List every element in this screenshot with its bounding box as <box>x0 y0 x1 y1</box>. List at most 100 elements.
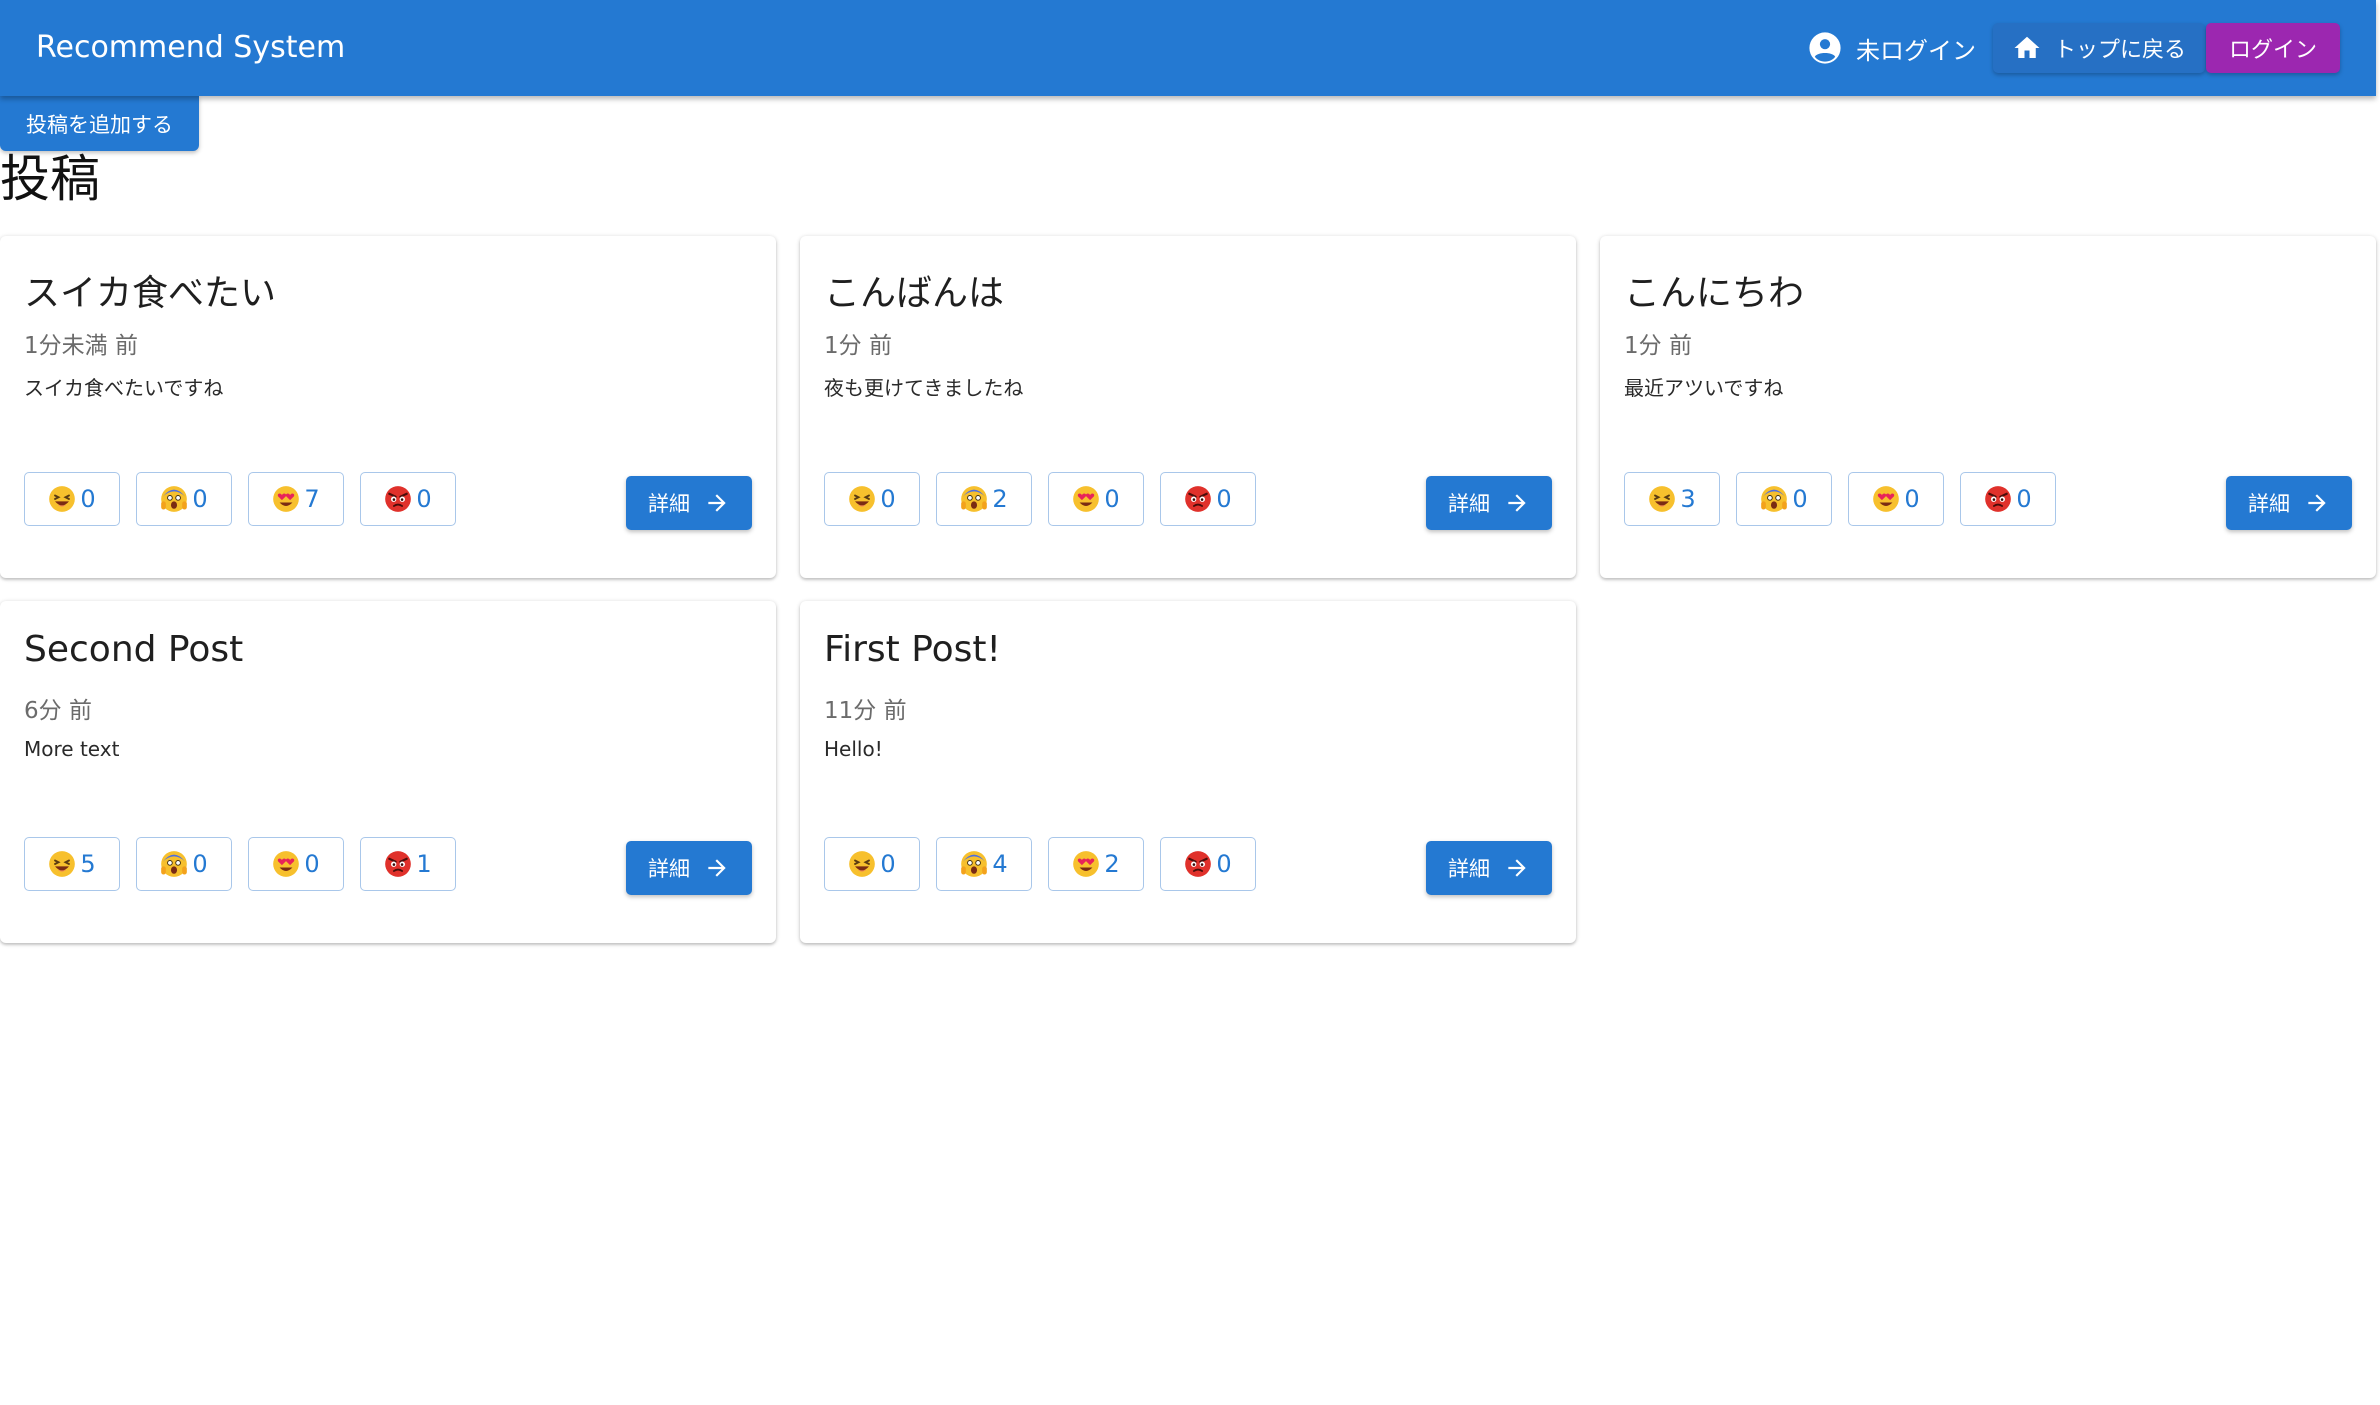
reaction-angry-count: 0 <box>416 485 432 513</box>
angry-face-icon <box>385 486 412 512</box>
reaction-laugh-button[interactable]: 0 <box>824 472 920 526</box>
laughing-face-icon <box>49 486 76 512</box>
screaming-face-icon <box>961 486 988 512</box>
post-title: Second Post <box>24 629 244 670</box>
post-body: Hello! <box>824 737 883 761</box>
post-time: 6分 前 <box>24 698 92 724</box>
home-icon <box>2014 36 2040 58</box>
reaction-love-button[interactable]: 0 <box>248 837 344 891</box>
reaction-angry-button[interactable]: 0 <box>360 472 456 526</box>
laughing-face-icon <box>849 486 876 512</box>
login-button[interactable]: ログイン <box>2206 23 2340 73</box>
reaction-laugh-count: 0 <box>80 485 96 513</box>
detail-button-label: 詳細 <box>1448 857 1490 881</box>
reaction-angry-button[interactable]: 0 <box>1160 472 1256 526</box>
reaction-angry-button[interactable]: 1 <box>360 837 456 891</box>
reaction-scream-button[interactable]: 2 <box>936 472 1032 526</box>
post-time: 1分 前 <box>1624 333 1692 359</box>
reaction-angry-count: 0 <box>2016 485 2032 513</box>
detail-button-label: 詳細 <box>648 857 690 881</box>
reaction-scream-button[interactable]: 0 <box>1736 472 1832 526</box>
heart-eyes-face-icon <box>1073 851 1100 877</box>
post-title: First Post! <box>824 629 1001 670</box>
screaming-face-icon <box>161 851 188 877</box>
detail-button-label: 詳細 <box>1448 492 1490 516</box>
reaction-laugh-button[interactable]: 0 <box>24 472 120 526</box>
reaction-laugh-count: 0 <box>880 485 896 513</box>
reaction-laugh-button[interactable]: 0 <box>824 837 920 891</box>
arrow-right-icon <box>2308 494 2326 512</box>
heart-eyes-face-icon <box>273 851 300 877</box>
angry-face-icon <box>1185 486 1212 512</box>
post-title: こんばんは <box>824 273 1005 314</box>
post-body: 夜も更けてきましたね <box>824 376 1024 400</box>
reaction-group: 0 2 0 0 <box>824 472 1256 526</box>
post-time: 1分 前 <box>824 333 892 359</box>
reaction-scream-count: 2 <box>992 485 1008 513</box>
post-body: 最近アツいですね <box>1624 376 1784 400</box>
login-button-label: ログイン <box>2228 38 2317 63</box>
reaction-laugh-button[interactable]: 3 <box>1624 472 1720 526</box>
reaction-angry-button[interactable]: 0 <box>1960 472 2056 526</box>
reaction-angry-count: 0 <box>1216 485 1232 513</box>
post-card: こんばんは 1分 前 夜も更けてきましたね 0 2 0 0 詳細 <box>800 236 1576 578</box>
heart-eyes-face-icon <box>1073 486 1100 512</box>
detail-button[interactable]: 詳細 <box>2226 476 2352 530</box>
reaction-love-count: 0 <box>1904 485 1920 513</box>
detail-button[interactable]: 詳細 <box>626 476 752 530</box>
reaction-scream-count: 4 <box>992 850 1008 878</box>
post-time: 1分未満 前 <box>24 333 138 359</box>
reaction-group: 0 4 2 0 <box>824 837 1256 891</box>
angry-face-icon <box>1985 486 2012 512</box>
arrow-right-icon <box>1508 859 1526 877</box>
screaming-face-icon <box>1761 486 1788 512</box>
heart-eyes-face-icon <box>273 486 300 512</box>
reaction-love-button[interactable]: 2 <box>1048 837 1144 891</box>
reaction-laugh-button[interactable]: 5 <box>24 837 120 891</box>
reaction-scream-button[interactable]: 0 <box>136 837 232 891</box>
add-post-label: 投稿を追加する <box>26 112 173 137</box>
arrow-right-icon <box>1508 494 1526 512</box>
reaction-angry-button[interactable]: 0 <box>1160 837 1256 891</box>
post-card: スイカ食べたい 1分未満 前 スイカ食べたいですね 0 0 7 0 詳細 <box>0 236 776 578</box>
detail-button[interactable]: 詳細 <box>1426 841 1552 895</box>
home-button-label: トップに戻る <box>2053 38 2186 63</box>
reaction-love-count: 2 <box>1104 850 1120 878</box>
add-post-button[interactable]: 投稿を追加する <box>0 96 199 151</box>
reaction-group: 3 0 0 0 <box>1624 472 2056 526</box>
reaction-scream-button[interactable]: 4 <box>936 837 1032 891</box>
reaction-love-count: 0 <box>1104 485 1120 513</box>
heart-eyes-face-icon <box>1873 486 1900 512</box>
detail-button-label: 詳細 <box>648 492 690 516</box>
reaction-laugh-count: 5 <box>80 850 96 878</box>
post-body: スイカ食べたいですね <box>24 376 224 400</box>
reaction-laugh-count: 0 <box>880 850 896 878</box>
post-card: こんにちわ 1分 前 最近アツいですね 3 0 0 0 詳細 <box>1600 236 2376 578</box>
laughing-face-icon <box>1649 486 1676 512</box>
reaction-group: 5 0 0 1 <box>24 837 456 891</box>
reaction-love-button[interactable]: 0 <box>1848 472 1944 526</box>
reaction-scream-count: 0 <box>1792 485 1808 513</box>
reaction-group: 0 0 7 0 <box>24 472 456 526</box>
reaction-laugh-count: 3 <box>1680 485 1696 513</box>
reaction-scream-count: 0 <box>192 850 208 878</box>
angry-face-icon <box>1185 851 1212 877</box>
screaming-face-icon <box>161 486 188 512</box>
post-card: First Post! 11分 前 Hello! 0 4 2 0 詳細 <box>800 601 1576 943</box>
post-title: こんにちわ <box>1624 273 1805 314</box>
post-body: More text <box>24 737 120 761</box>
reaction-scream-button[interactable]: 0 <box>136 472 232 526</box>
reaction-love-button[interactable]: 7 <box>248 472 344 526</box>
user-status-label: 未ログイン <box>1856 36 1976 65</box>
laughing-face-icon <box>849 851 876 877</box>
detail-button[interactable]: 詳細 <box>1426 476 1552 530</box>
home-button[interactable]: トップに戻る <box>1993 23 2205 73</box>
reaction-love-count: 0 <box>304 850 320 878</box>
reaction-love-button[interactable]: 0 <box>1048 472 1144 526</box>
account-circle-icon <box>1809 32 1841 64</box>
arrow-right-icon <box>708 494 726 512</box>
detail-button[interactable]: 詳細 <box>626 841 752 895</box>
reaction-angry-count: 0 <box>1216 850 1232 878</box>
post-time: 11分 前 <box>824 698 907 724</box>
post-title: スイカ食べたい <box>24 273 277 314</box>
